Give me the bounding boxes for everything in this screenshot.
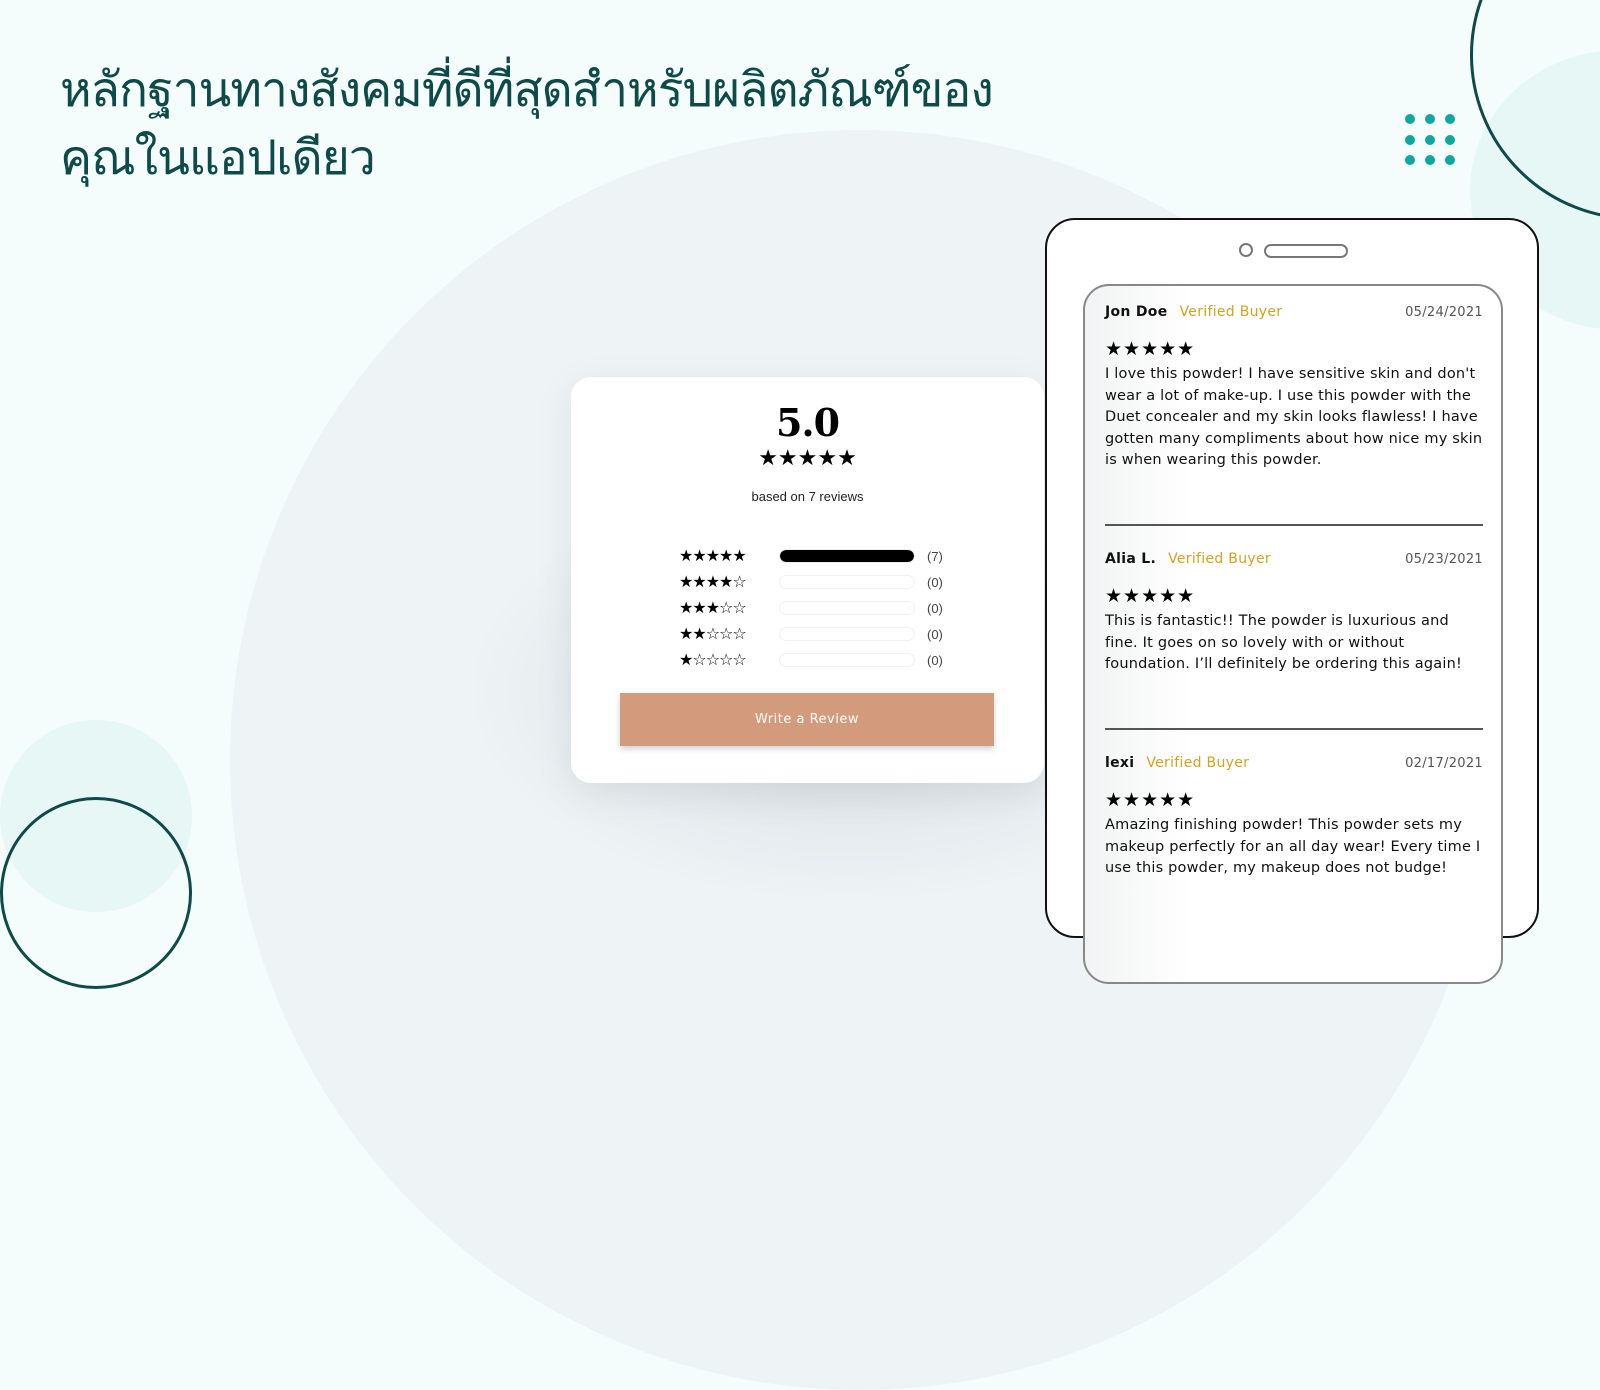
histogram-bar-track: [779, 653, 915, 667]
histogram-bar-fill: [780, 550, 914, 562]
histogram-count: (7): [927, 548, 943, 564]
verified-badge: Verified Buyer: [1179, 304, 1283, 320]
histogram-count: (0): [927, 574, 943, 590]
histogram-bar-track: [779, 575, 915, 589]
histogram-row-4[interactable]: ★★★★☆ (0): [679, 569, 949, 595]
dot: [1405, 114, 1415, 124]
verified-badge: Verified Buyer: [1168, 551, 1271, 567]
histogram-bar-track: [779, 627, 915, 641]
rating-histogram: ★★★★★ (7) ★★★★☆ (0) ★★★☆☆ (0) ★★☆☆☆ (0) …: [679, 543, 949, 673]
phone-mockup: Jon Doe Verified Buyer 05/24/2021 ★★★★★ …: [1045, 218, 1539, 984]
review-body: Amazing finishing powder! This powder se…: [1105, 817, 1481, 876]
histogram-row-3[interactable]: ★★★☆☆ (0): [679, 595, 949, 621]
review-date: 05/24/2021: [1405, 305, 1483, 320]
histogram-bar-track: [779, 601, 915, 615]
histogram-row-1[interactable]: ★☆☆☆☆ (0): [679, 647, 949, 673]
histogram-count: (0): [927, 626, 943, 642]
histogram-count: (0): [927, 600, 943, 616]
reviewer-name: lexi: [1105, 755, 1135, 771]
review-stars-icon: ★★★★★: [1105, 338, 1196, 360]
star-rating-icon: ★★★★★: [679, 546, 747, 565]
rating-summary-card: 5.0 ★★★★★ based on 7 reviews ★★★★★ (7) ★…: [571, 377, 1044, 783]
dot: [1425, 155, 1435, 166]
star-rating-icon: ★★★★☆: [679, 572, 747, 591]
verified-badge: Verified Buyer: [1146, 755, 1250, 771]
histogram-row-2[interactable]: ★★☆☆☆ (0): [679, 621, 949, 647]
star-rating-icon: ★★★☆☆: [679, 598, 747, 617]
review-stars-icon: ★★★★★: [1105, 585, 1196, 607]
review-item: Jon Doe Verified Buyer 05/24/2021 ★★★★★ …: [1105, 304, 1483, 472]
review-item: lexi Verified Buyer 02/17/2021 ★★★★★ Ama…: [1105, 755, 1483, 880]
decor-dot-grid: [1405, 114, 1457, 166]
review-date: 02/17/2021: [1405, 756, 1483, 771]
histogram-row-5[interactable]: ★★★★★ (7): [679, 543, 949, 569]
review-count-text: based on 7 reviews: [751, 489, 864, 504]
review-body: I love this powder! I have sensitive ski…: [1105, 366, 1483, 468]
headline: หลักฐานทางสังคมที่ดีที่สุดสำหรับผลิตภัณฑ…: [60, 62, 994, 186]
decor-circle-ring-bottom-left: [0, 797, 192, 989]
star-rating-icon: ★★☆☆☆: [679, 624, 747, 643]
reviewer-name: Alia L.: [1105, 551, 1157, 567]
dot: [1425, 134, 1435, 145]
dot: [1425, 114, 1435, 124]
phone-camera-icon: [1239, 243, 1253, 257]
review-stars-icon: ★★★★★: [1105, 789, 1196, 811]
histogram-count: (0): [927, 652, 943, 668]
review-divider: [1105, 524, 1483, 526]
write-review-button[interactable]: Write a Review: [620, 693, 994, 746]
dot: [1445, 155, 1455, 166]
review-date: 05/23/2021: [1405, 552, 1483, 567]
dot: [1445, 134, 1455, 145]
review-body: This is fantastic!! The powder is luxuri…: [1105, 613, 1462, 672]
dot: [1405, 155, 1415, 166]
dot: [1445, 114, 1455, 124]
average-stars-icon: ★★★★★: [758, 446, 857, 471]
reviewer-name: Jon Doe: [1105, 304, 1168, 320]
star-rating-icon: ★☆☆☆☆: [679, 650, 747, 669]
histogram-bar-track: [779, 549, 915, 563]
review-item: Alia L. Verified Buyer 05/23/2021 ★★★★★ …: [1105, 551, 1483, 676]
average-rating: 5.0: [775, 400, 840, 445]
dot: [1405, 134, 1415, 145]
phone-speaker-icon: [1264, 244, 1348, 258]
phone-screen: Jon Doe Verified Buyer 05/24/2021 ★★★★★ …: [1083, 284, 1503, 984]
review-divider: [1105, 728, 1483, 730]
